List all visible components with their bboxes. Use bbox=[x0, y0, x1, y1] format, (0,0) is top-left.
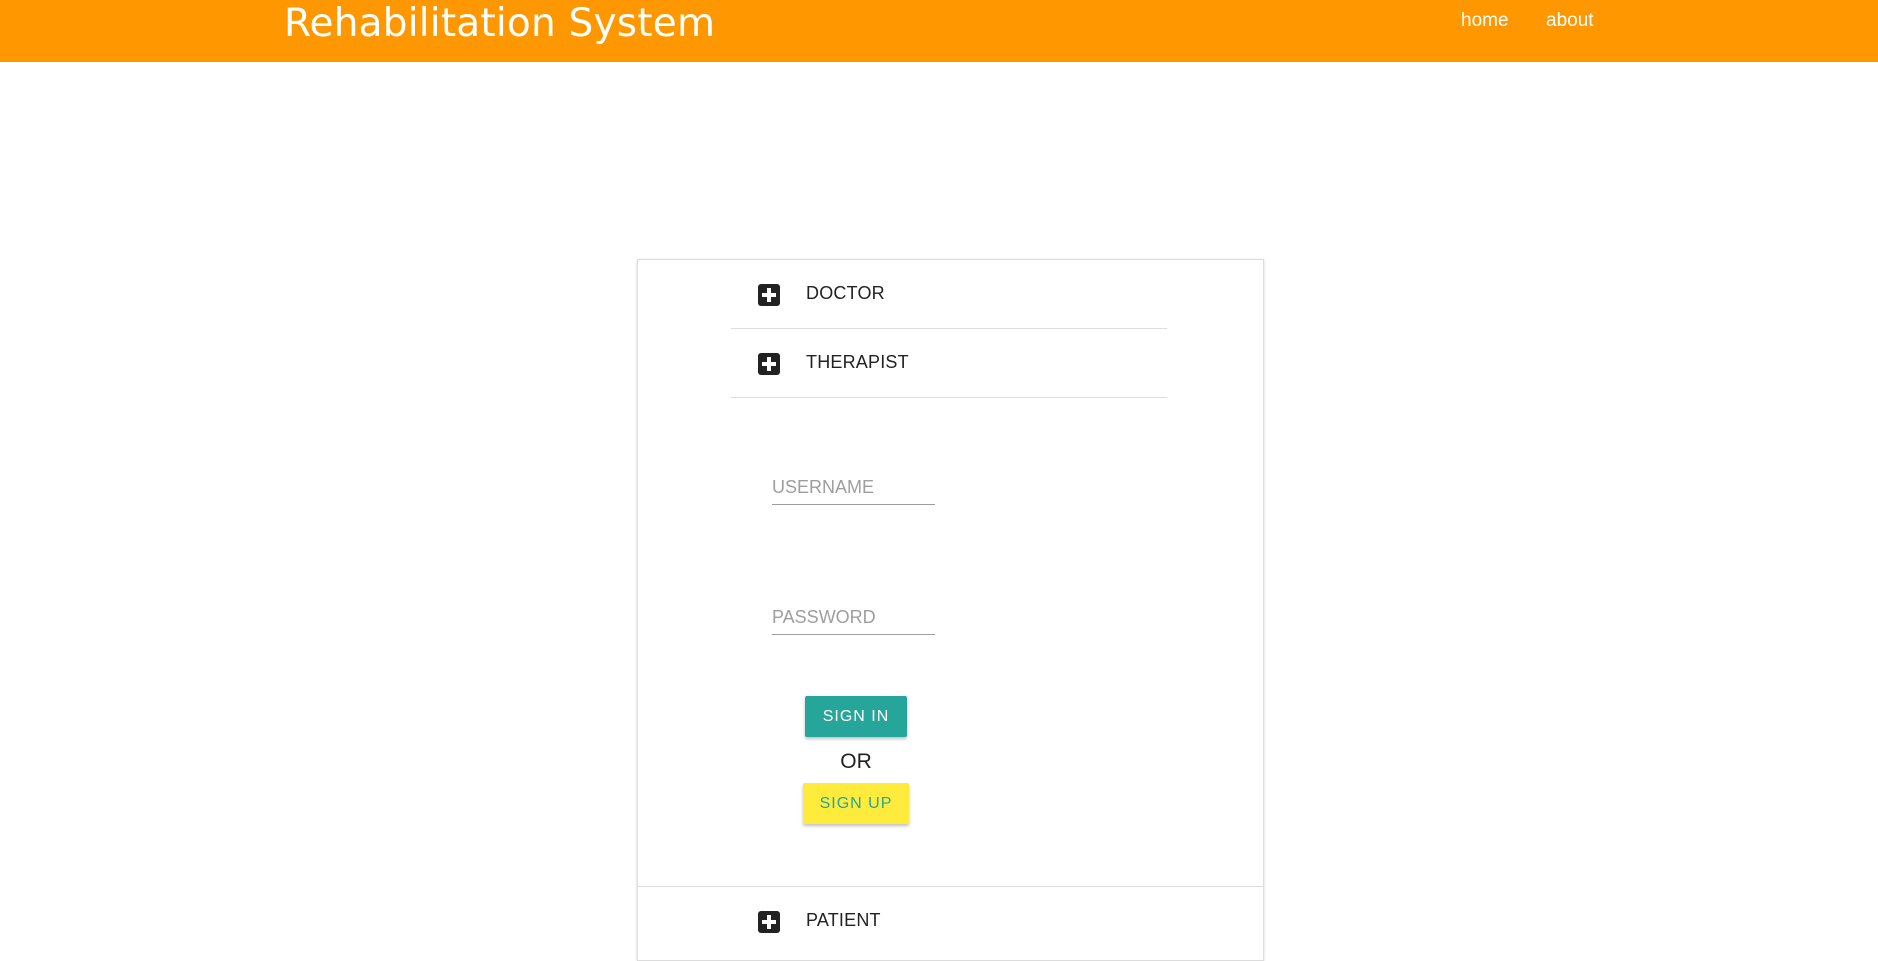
role-label-therapist: THERAPIST bbox=[806, 352, 909, 372]
username-input[interactable] bbox=[772, 470, 935, 505]
medical-cross-icon bbox=[758, 353, 780, 375]
role-item-patient[interactable]: PATIENT bbox=[731, 887, 1167, 955]
or-separator: OR bbox=[840, 750, 872, 773]
sign-up-button[interactable]: SIGN UP bbox=[803, 783, 909, 824]
brand-title[interactable]: Rehabilitation System bbox=[284, 0, 715, 48]
nav-link-about[interactable]: about bbox=[1546, 10, 1594, 32]
role-item-doctor[interactable]: DOCTOR bbox=[731, 260, 1167, 329]
password-input[interactable] bbox=[772, 600, 935, 635]
role-item-therapist[interactable]: THERAPIST bbox=[731, 329, 1167, 398]
role-label-doctor: DOCTOR bbox=[806, 283, 885, 303]
sign-in-button[interactable]: SIGN IN bbox=[805, 696, 907, 737]
top-navbar: Rehabilitation System home about bbox=[0, 0, 1878, 62]
login-card: DOCTOR THERAPIST SIGN IN OR SIGN UP PATI… bbox=[637, 259, 1264, 961]
role-label-patient: PATIENT bbox=[806, 910, 881, 930]
medical-cross-icon bbox=[758, 911, 780, 933]
nav-link-home[interactable]: home bbox=[1461, 10, 1509, 32]
medical-cross-icon bbox=[758, 284, 780, 306]
